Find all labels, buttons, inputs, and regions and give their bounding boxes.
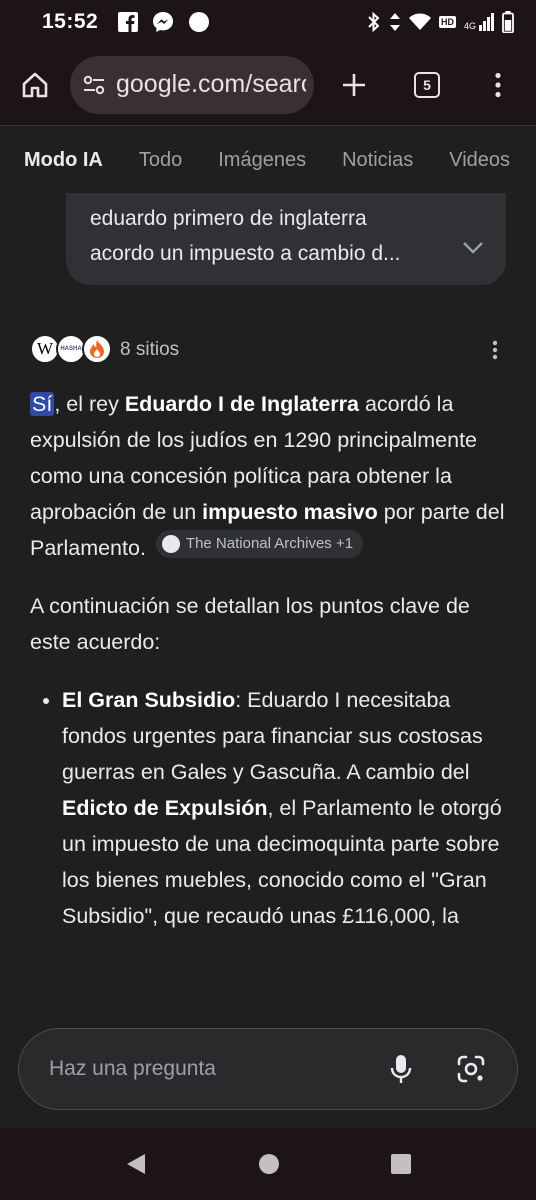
- recents-icon[interactable]: [390, 1153, 412, 1175]
- site-settings-icon[interactable]: [82, 73, 106, 97]
- system-nav-bar: [0, 1128, 536, 1200]
- address-bar[interactable]: google.com/search: [70, 55, 314, 114]
- data-arrows-icon: [389, 13, 400, 31]
- national-archives-icon: [161, 535, 180, 553]
- answer-bold: Eduardo I de Inglaterra: [124, 392, 359, 416]
- signal-4g-icon: 4G: [464, 13, 494, 31]
- tab-noticias[interactable]: Noticias: [342, 149, 413, 172]
- home-icon: [22, 72, 48, 97]
- tab-switcher-button[interactable]: 5: [394, 44, 460, 126]
- content-fade: [0, 990, 536, 1030]
- list-item: El Gran Subsidio: Eduardo I necesitaba f…: [62, 682, 506, 934]
- answer-text: , el rey: [54, 392, 125, 416]
- ask-input[interactable]: Haz una pregunta: [18, 1028, 518, 1110]
- sources-row[interactable]: W HASHA 8 sitios: [30, 330, 506, 370]
- answer-paragraph-2: A continuación se detallan los puntos cl…: [30, 594, 470, 654]
- browser-menu-button[interactable]: [460, 44, 536, 126]
- more-vert-icon: [495, 72, 501, 97]
- facebook-icon: [118, 12, 139, 32]
- url-text[interactable]: google.com/search: [116, 70, 306, 99]
- plus-icon: [343, 73, 365, 96]
- search-mode-tabs: Modo IA Todo Imágenes Noticias Videos: [0, 127, 536, 193]
- voice-search-button[interactable]: [381, 1054, 421, 1084]
- tab-imagenes[interactable]: Imágenes: [218, 149, 306, 172]
- answer-bold: Edicto de Expulsión: [62, 796, 268, 820]
- flame-icon: [82, 334, 112, 364]
- tab-count: 5: [414, 71, 440, 98]
- answer-bold: impuesto masivo: [202, 500, 378, 524]
- browser-toolbar: google.com/search 5: [0, 44, 536, 126]
- hd-icon: HD: [438, 16, 456, 28]
- wifi-icon: [408, 13, 431, 30]
- bullet-title: El Gran Subsidio: [62, 688, 236, 712]
- answer-bullets: El Gran Subsidio: Eduardo I necesitaba f…: [30, 682, 506, 934]
- chevron-down-icon[interactable]: [462, 241, 484, 255]
- query-line-1: eduardo primero de inglaterra: [90, 207, 367, 230]
- lens-search-button[interactable]: [451, 1055, 491, 1083]
- messenger-icon: [153, 12, 174, 32]
- microphone-icon: [390, 1055, 412, 1083]
- tab-todo[interactable]: Todo: [139, 149, 182, 172]
- bluetooth-icon: [368, 12, 380, 32]
- status-time: 15:52: [42, 10, 99, 33]
- tab-modo-ia[interactable]: Modo IA: [24, 149, 103, 172]
- highlighted-yes: Sí: [30, 392, 55, 416]
- back-icon[interactable]: [124, 1152, 148, 1176]
- battery-icon: [502, 11, 514, 33]
- answer-paragraph-1: Sí, el rey Eduardo I de Inglaterra acord…: [30, 386, 506, 566]
- tab-videos[interactable]: Videos: [449, 149, 510, 172]
- new-tab-button[interactable]: [314, 44, 394, 126]
- source-chip-label: The National Archives +1: [185, 535, 354, 552]
- query-line-2: acordo un impuesto a cambio d...: [90, 242, 401, 265]
- status-bar: 15:52 HD 4G: [0, 0, 536, 44]
- home-button[interactable]: [0, 44, 70, 126]
- sources-count-label[interactable]: 8 sitios: [120, 339, 179, 361]
- source-chip[interactable]: The National Archives +1: [155, 530, 364, 558]
- more-vert-icon[interactable]: [492, 340, 498, 360]
- ask-placeholder[interactable]: Haz una pregunta: [49, 1057, 216, 1081]
- source-favicons[interactable]: W HASHA: [30, 332, 112, 368]
- camera-lens-icon: [457, 1055, 485, 1083]
- query-bubble[interactable]: eduardo primero de inglaterra acordo un …: [66, 193, 506, 285]
- ai-answer: Sí, el rey Eduardo I de Inglaterra acord…: [30, 386, 506, 934]
- network-type: 4G: [463, 21, 476, 31]
- circle-icon: [189, 12, 210, 32]
- home-nav-icon[interactable]: [258, 1153, 280, 1175]
